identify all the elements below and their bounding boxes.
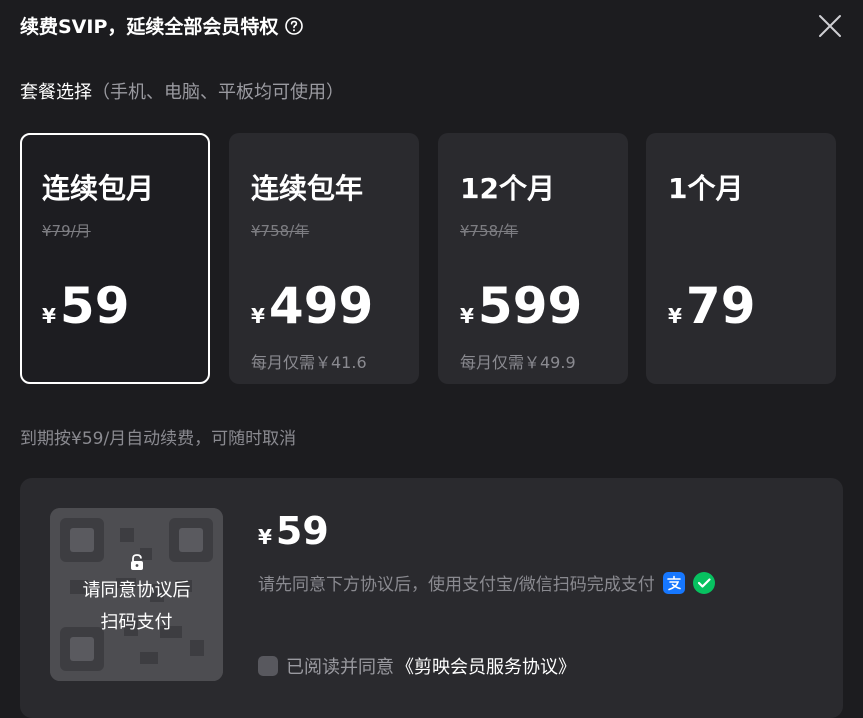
- qr-overlay: 请同意协议后 扫码支付: [50, 508, 223, 681]
- plan-price-amount: 79: [685, 277, 756, 335]
- plan-name: 12个月: [460, 172, 555, 205]
- payment-amount: ¥ 59: [258, 512, 329, 550]
- currency-symbol: ¥: [668, 304, 682, 328]
- plan-section-subtitle: （手机、电脑、平板均可使用）: [92, 82, 344, 103]
- plan-section-title: 套餐选择（手机、电脑、平板均可使用）: [20, 78, 344, 104]
- payment-amount-value: 59: [275, 509, 329, 553]
- agreement-link[interactable]: 《剪映会员服务协议》: [396, 653, 576, 679]
- agreement-checkbox[interactable]: [258, 656, 278, 676]
- plan-original-price: ¥79/月: [42, 222, 91, 240]
- payment-panel: 请同意协议后 扫码支付 ¥ 59 请先同意下方协议后，使用支付宝/微信扫码完成支…: [20, 478, 843, 718]
- plan-price: ¥ 599: [460, 281, 582, 331]
- plan-name: 1个月: [668, 172, 744, 205]
- plan-price-amount: 599: [477, 277, 583, 335]
- close-button[interactable]: [816, 12, 844, 40]
- plan-price-amount: 499: [268, 277, 374, 335]
- agreement-label: 已阅读并同意: [286, 657, 394, 678]
- plan-monthly-price: 每月仅需￥41.6: [251, 353, 367, 372]
- dialog-title: 续费SVIP，延续全部会员特权: [20, 12, 304, 39]
- payment-hint-text: 请先同意下方协议后，使用支付宝/微信扫码完成支付: [258, 575, 655, 595]
- close-icon: [819, 15, 841, 37]
- plan-monthly-price: 每月仅需￥49.9: [460, 353, 576, 372]
- auto-renew-note: 到期按¥59/月自动续费，可随时取消: [20, 429, 297, 449]
- qr-overlay-text-line1: 请同意协议后: [82, 579, 191, 601]
- plan-name: 连续包月: [42, 172, 155, 205]
- help-icon[interactable]: [284, 16, 304, 36]
- plan-price-amount: 59: [59, 277, 130, 335]
- plan-section-heading: 套餐选择: [20, 82, 92, 103]
- qr-code: 请同意协议后 扫码支付: [50, 508, 223, 681]
- plan-card-12-months[interactable]: 12个月 ¥758/年 ¥ 599 每月仅需￥49.9: [438, 133, 628, 384]
- dialog-title-text: 续费SVIP，延续全部会员特权: [20, 16, 279, 38]
- payment-hint: 请先同意下方协议后，使用支付宝/微信扫码完成支付: [258, 570, 715, 595]
- plan-card-monthly-auto[interactable]: 连续包月 ¥79/月 ¥ 59: [20, 133, 210, 384]
- plan-price: ¥ 499: [251, 281, 373, 331]
- agreement-row: 已阅读并同意 《剪映会员服务协议》: [258, 653, 576, 679]
- currency-symbol: ¥: [42, 304, 56, 328]
- currency-symbol: ¥: [251, 304, 265, 328]
- plan-price: ¥ 59: [42, 281, 130, 331]
- currency-symbol: ¥: [258, 525, 272, 549]
- plan-name: 连续包年: [251, 172, 364, 205]
- qr-overlay-text-line2: 扫码支付: [100, 611, 173, 633]
- plan-card-1-month[interactable]: 1个月 ¥ 79: [646, 133, 836, 384]
- alipay-icon: [662, 571, 685, 594]
- currency-symbol: ¥: [460, 304, 474, 328]
- plan-original-price: ¥758/年: [460, 222, 519, 240]
- wechat-pay-icon: [692, 571, 715, 594]
- plan-original-price: ¥758/年: [251, 222, 310, 240]
- lock-icon: [130, 553, 143, 570]
- plan-price: ¥ 79: [668, 281, 756, 331]
- plan-card-yearly-auto[interactable]: 连续包年 ¥758/年 ¥ 499 每月仅需￥41.6: [229, 133, 419, 384]
